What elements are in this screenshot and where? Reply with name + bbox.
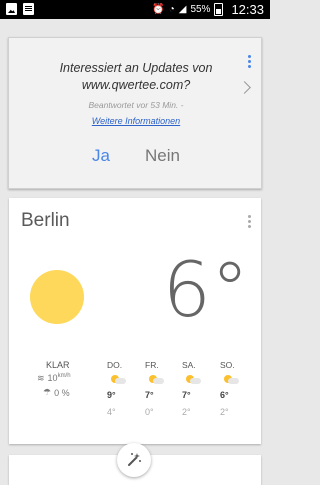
no-button[interactable]: Nein <box>145 146 180 166</box>
wind-value: 10 <box>47 373 58 383</box>
document-notification-icon <box>23 3 34 15</box>
forecast-day: DO. 9° 4° <box>107 360 137 417</box>
precip-value: 0 % <box>54 387 70 398</box>
forecast-high: 9° <box>107 390 116 400</box>
forecast-low: 2° <box>182 407 191 417</box>
yes-button[interactable]: Ja <box>92 146 110 166</box>
umbrella-icon: ☂ <box>43 387 52 397</box>
survey-meta: Beantwortet vor 53 Min. - <box>88 100 184 110</box>
forecast-low: 4° <box>107 407 116 417</box>
status-bar: ⏰ ◔ ◢ 55% 12:33 <box>0 0 270 19</box>
forecast-low: 2° <box>220 407 229 417</box>
more-info-link[interactable]: Weitere Informationen <box>29 116 243 126</box>
forecast-day: SA. 7° 2° <box>182 360 212 417</box>
wind-info: ≋ 10km/h <box>37 373 71 384</box>
signal-icon: ◢ <box>178 3 187 15</box>
partly-cloudy-icon <box>220 374 250 387</box>
wind-unit: km/h <box>57 373 71 379</box>
forecast-day-label: DO. <box>107 360 123 370</box>
partly-cloudy-icon <box>182 374 212 387</box>
wind-icon: ≋ <box>37 373 45 383</box>
battery-percent: 55% <box>190 4 211 15</box>
forecast-low: 0° <box>145 407 154 417</box>
magic-wand-icon <box>128 453 141 466</box>
forecast-day: SO. 6° 2° <box>220 360 250 417</box>
survey-question: Interessiert an Updates von www.qwertee.… <box>59 61 213 92</box>
weather-more-options-icon[interactable] <box>248 215 251 230</box>
partly-cloudy-icon <box>107 374 137 387</box>
forecast-high: 6° <box>220 390 229 400</box>
weather-card[interactable]: Berlin 6° KLAR ≋ 10km/h ☂ 0 % DO. 9° 4° … <box>9 198 261 444</box>
current-temperature: 6° <box>162 245 249 334</box>
forecast-day-label: SA. <box>182 360 196 370</box>
condition-label: KLAR <box>46 360 70 370</box>
image-notification-icon <box>6 3 17 15</box>
forecast-high: 7° <box>145 390 154 400</box>
forecast-day-label: SO. <box>220 360 235 370</box>
sun-icon <box>30 270 84 324</box>
magic-wand-button[interactable] <box>117 443 151 477</box>
forecast-day-label: FR. <box>145 360 159 370</box>
battery-icon <box>214 3 224 16</box>
alarm-icon: ⏰ <box>152 3 165 15</box>
forecast-high: 7° <box>182 390 191 400</box>
clock: 12:33 <box>231 2 264 17</box>
survey-card: Interessiert an Updates von www.qwertee.… <box>8 37 262 189</box>
city-name: Berlin <box>21 210 70 231</box>
precip-info: ☂ 0 % <box>43 387 70 398</box>
wifi-icon: ◔ <box>168 3 175 15</box>
forecast-day: FR. 7° 0° <box>145 360 175 417</box>
more-options-icon[interactable] <box>248 55 251 70</box>
partly-cloudy-icon <box>145 374 175 387</box>
